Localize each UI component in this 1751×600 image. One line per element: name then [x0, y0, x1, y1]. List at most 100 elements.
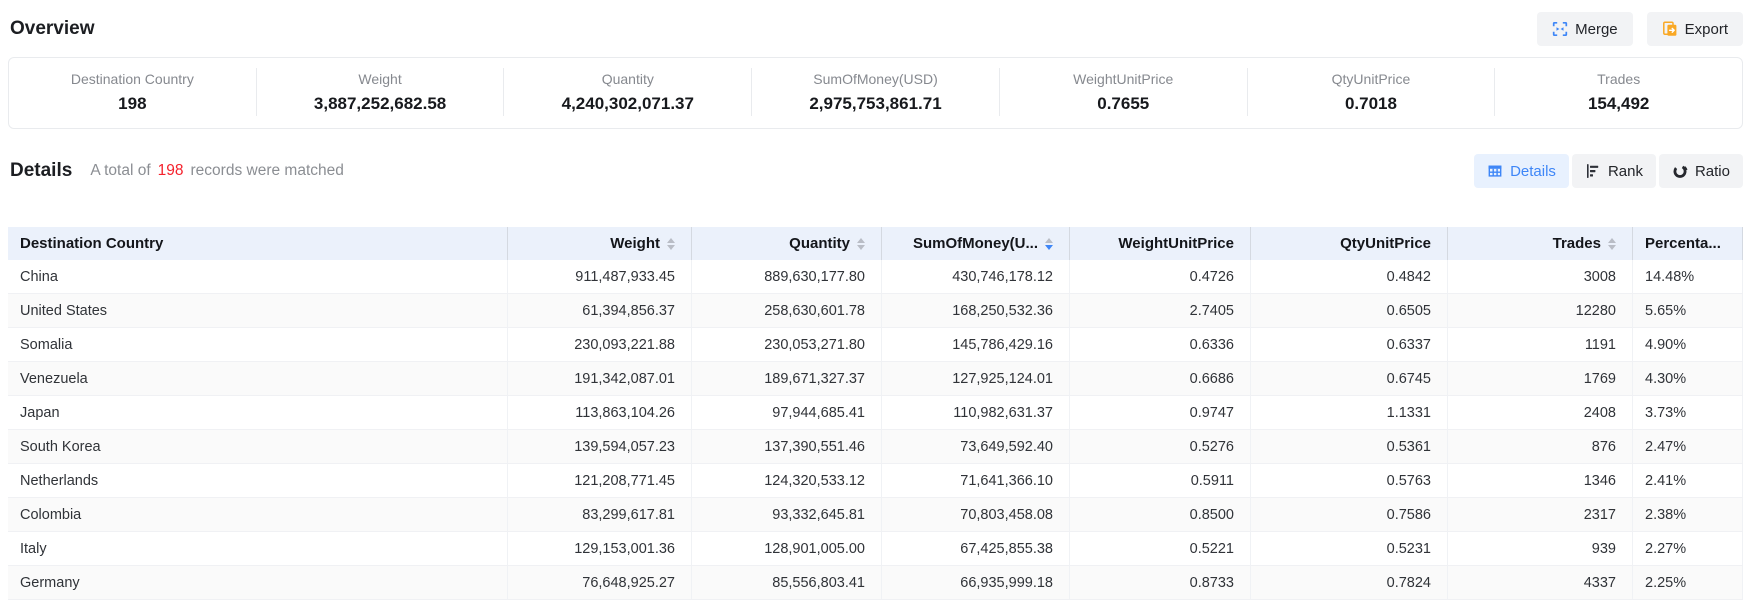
value-cell: 3008 [1448, 260, 1633, 293]
value-cell: 129,153,001.36 [508, 532, 692, 565]
value-cell: 0.6336 [1070, 328, 1251, 361]
value-cell: 2.7405 [1070, 294, 1251, 327]
value-cell: 139,594,057.23 [508, 430, 692, 463]
view-button-label: Ratio [1695, 163, 1730, 180]
sort-carets-icon [1608, 238, 1616, 250]
value-cell: 71,641,366.10 [882, 464, 1070, 497]
export-button-label: Export [1685, 21, 1728, 38]
column-header-percenta: Percenta... [1633, 227, 1743, 260]
value-cell: 113,863,104.26 [508, 396, 692, 429]
view-button-rank[interactable]: Rank [1572, 154, 1656, 188]
value-cell: 0.6505 [1251, 294, 1448, 327]
merge-button[interactable]: Merge [1537, 12, 1633, 46]
stat-value: 154,492 [1495, 92, 1742, 116]
stat-label: Destination Country [9, 69, 256, 89]
value-cell: 2.47% [1633, 430, 1743, 463]
column-header-quantity[interactable]: Quantity [692, 227, 882, 260]
value-cell: 124,320,533.12 [692, 464, 882, 497]
records-summary: A total of 198 records were matched [90, 162, 344, 180]
stat-card-quantity: Quantity4,240,302,071.37 [503, 68, 751, 116]
value-cell: 2.38% [1633, 498, 1743, 531]
value-cell: 83,299,617.81 [508, 498, 692, 531]
country-cell: Colombia [8, 498, 508, 531]
value-cell: 61,394,856.37 [508, 294, 692, 327]
value-cell: 0.6686 [1070, 362, 1251, 395]
value-cell: 191,342,087.01 [508, 362, 692, 395]
column-header-label: WeightUnitPrice [1118, 235, 1234, 252]
country-cell: Japan [8, 396, 508, 429]
value-cell: 5.65% [1633, 294, 1743, 327]
value-cell: 0.5231 [1251, 532, 1448, 565]
sort-carets-icon [1045, 238, 1053, 250]
stat-card-weight: Weight3,887,252,682.58 [256, 68, 504, 116]
export-file-icon [1662, 21, 1678, 37]
rank-bars-icon [1585, 163, 1601, 179]
value-cell: 0.4726 [1070, 260, 1251, 293]
value-cell: 121,208,771.45 [508, 464, 692, 497]
value-cell: 128,901,005.00 [692, 532, 882, 565]
column-header-trades[interactable]: Trades [1448, 227, 1633, 260]
column-header-sumofmoney-u[interactable]: SumOfMoney(U... [882, 227, 1070, 260]
overview-stats-card: Destination Country198Weight3,887,252,68… [8, 57, 1743, 129]
column-header-weightunitprice: WeightUnitPrice [1070, 227, 1251, 260]
page-title: Overview [10, 18, 95, 40]
table-grid-icon [1487, 163, 1503, 179]
value-cell: 189,671,327.37 [692, 362, 882, 395]
dashboard-page: Overview Merge Export Destination Countr… [0, 0, 1751, 600]
value-cell: 2.25% [1633, 566, 1743, 599]
caret-up-icon [1608, 238, 1616, 243]
value-cell: 145,786,429.16 [882, 328, 1070, 361]
country-cell: China [8, 260, 508, 293]
details-bar: Details A total of 198 records were matc… [10, 154, 1743, 188]
value-cell: 258,630,601.78 [692, 294, 882, 327]
table-row: Japan113,863,104.2697,944,685.41110,982,… [8, 396, 1743, 430]
value-cell: 2.27% [1633, 532, 1743, 565]
column-header-weight[interactable]: Weight [508, 227, 692, 260]
value-cell: 85,556,803.41 [692, 566, 882, 599]
value-cell: 230,093,221.88 [508, 328, 692, 361]
value-cell: 110,982,631.37 [882, 396, 1070, 429]
value-cell: 876 [1448, 430, 1633, 463]
value-cell: 97,944,685.41 [692, 396, 882, 429]
value-cell: 127,925,124.01 [882, 362, 1070, 395]
country-cell: United States [8, 294, 508, 327]
stat-value: 0.7655 [1000, 92, 1247, 116]
caret-down-icon [1045, 245, 1053, 250]
summary-suffix: records were matched [191, 162, 344, 180]
value-cell: 66,935,999.18 [882, 566, 1070, 599]
stat-label: Weight [257, 69, 504, 89]
table-row: Germany76,648,925.2785,556,803.4166,935,… [8, 566, 1743, 600]
details-table: Destination CountryWeightQuantitySumOfMo… [8, 227, 1743, 600]
caret-down-icon [667, 245, 675, 250]
value-cell: 4.30% [1633, 362, 1743, 395]
stat-card-trades: Trades 154,492 [1494, 68, 1742, 116]
stat-card-sumofmoney-usd: SumOfMoney(USD)2,975,753,861.71 [751, 68, 999, 116]
column-header-label: SumOfMoney(U... [913, 235, 1038, 252]
topbar-actions: Merge Export [1537, 12, 1743, 46]
value-cell: 4.90% [1633, 328, 1743, 361]
export-button[interactable]: Export [1647, 12, 1743, 46]
value-cell: 0.5221 [1070, 532, 1251, 565]
record-count: 198 [158, 162, 184, 180]
stat-label: QtyUnitPrice [1248, 69, 1495, 89]
view-button-ratio[interactable]: Ratio [1659, 154, 1743, 188]
stat-label: Trades [1495, 69, 1742, 89]
value-cell: 0.6745 [1251, 362, 1448, 395]
value-cell: 2317 [1448, 498, 1633, 531]
country-cell: Venezuela [8, 362, 508, 395]
country-cell: Netherlands [8, 464, 508, 497]
table-row: South Korea139,594,057.23137,390,551.467… [8, 430, 1743, 464]
country-cell: Italy [8, 532, 508, 565]
details-title: Details [10, 160, 72, 182]
stat-value: 0.7018 [1248, 92, 1495, 116]
value-cell: 939 [1448, 532, 1633, 565]
value-cell: 911,487,933.45 [508, 260, 692, 293]
view-button-details[interactable]: Details [1474, 154, 1569, 188]
value-cell: 12280 [1448, 294, 1633, 327]
table-row: Netherlands121,208,771.45124,320,533.127… [8, 464, 1743, 498]
value-cell: 1346 [1448, 464, 1633, 497]
value-cell: 0.7586 [1251, 498, 1448, 531]
value-cell: 889,630,177.80 [692, 260, 882, 293]
table-row: Colombia83,299,617.8193,332,645.8170,803… [8, 498, 1743, 532]
value-cell: 0.7824 [1251, 566, 1448, 599]
